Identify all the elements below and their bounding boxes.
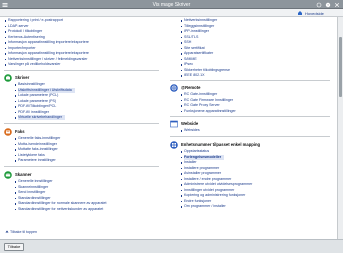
list-item[interactable]: Websides: [180, 128, 200, 133]
list-item[interactable]: S/MIME: [180, 57, 197, 62]
list-item[interactable]: Standardinnstillinger for nettverkskunde…: [14, 207, 103, 212]
home-icon[interactable]: [297, 10, 303, 16]
list-item[interactable]: Oppstartsstatus: [180, 149, 209, 154]
list-item[interactable]: Sikkerheter tilkoblingsgrense: [180, 68, 230, 73]
list-item[interactable]: IEEE 802.1X: [180, 73, 205, 78]
scrollbar-thumb[interactable]: [339, 37, 342, 97]
list-item[interactable]: LDAP-server: [4, 24, 29, 29]
scanner-icon: [4, 171, 12, 179]
list-item[interactable]: Kerberos-Autentisering: [4, 35, 45, 40]
section-divider: [4, 166, 159, 167]
list-item[interactable]: RC Gate Proxy Server: [180, 103, 220, 108]
section-divider: [170, 136, 330, 137]
section-divider: [4, 70, 159, 71]
list-item[interactable]: IPP-innstillinger: [180, 29, 209, 34]
list-item[interactable]: Generelle faks-innstillinger: [14, 136, 60, 141]
list-item[interactable]: Basisinnstillinger: [14, 82, 45, 87]
fax-icon: [4, 128, 12, 136]
list-item[interactable]: Motta-/sendeinnstillinger: [14, 142, 57, 147]
list-item[interactable]: Informasjon apparatinnstilling importere…: [4, 51, 89, 56]
list-item[interactable]: IPsec: [180, 62, 193, 67]
list-item[interactable]: Send innstillinger: [14, 190, 45, 195]
arrow-up-icon: [5, 230, 9, 233]
section-heading-printer: Skriver: [15, 75, 30, 80]
list-item[interactable]: RC Gate-innstillinger: [180, 92, 217, 97]
extended-features-icon: [170, 141, 178, 149]
list-item[interactable]: Parametere innstillinger: [14, 158, 56, 163]
bottom-bar: Tilbake: [0, 239, 343, 253]
back-to-top-label: Tilbake til toppen: [10, 230, 38, 234]
list-item[interactable]: Administrere utvidet utvidelsesprogramme…: [180, 182, 252, 187]
list-item[interactable]: Tilleggsinnstillinger: [180, 24, 214, 29]
back-button[interactable]: Tilbake: [4, 243, 24, 251]
list-item[interactable]: Standardinnstillinger: [14, 196, 51, 201]
navigation-bar: Hovedside: [0, 9, 343, 17]
list-item[interactable]: Lokale parametere (PS): [14, 99, 56, 104]
list-item[interactable]: Varslinger på vedlikeholdsvarsler: [4, 62, 60, 67]
refresh-icon[interactable]: [316, 2, 322, 8]
list-item[interactable]: Mottatte faks-innstillinger: [14, 147, 58, 152]
list-item[interactable]: Installere / endre programmer: [180, 177, 231, 182]
back-to-top-link[interactable]: Tilbake til toppen: [5, 230, 38, 234]
list-item[interactable]: Apparatsertifikater: [180, 51, 213, 56]
section-divider: [170, 116, 330, 117]
home-link[interactable]: Hovedside: [305, 11, 324, 16]
section-heading-remote: @Remote: [181, 85, 201, 90]
list-item[interactable]: Importer/importer: [4, 46, 36, 51]
list-item[interactable]: Skanneinnstillinger: [14, 185, 48, 190]
window-title: Vis mage Skriver: [152, 1, 191, 8]
section-heading-fax: Faks: [15, 129, 25, 134]
list-item[interactable]: Installere programmer: [180, 166, 219, 171]
list-item[interactable]: Protokoll / tilkoblinger: [4, 29, 42, 34]
list-item[interactable]: Installer: [180, 160, 197, 165]
list-item[interactable]: Avinstaller programmer: [180, 171, 221, 176]
vertical-scrollbar[interactable]: [337, 17, 343, 239]
list-item[interactable]: Lokale parametere (PCL): [14, 93, 58, 98]
section-divider: [4, 123, 159, 124]
list-item[interactable]: Generelle innstillinger: [14, 179, 53, 184]
list-item[interactable]: Rapportering i print / e-postrapport: [4, 18, 63, 23]
list-item[interactable]: Utskriftsinnstillinger i Utskriftsdata: [14, 87, 75, 93]
list-item[interactable]: RC Gate Firmware Innstillinger: [180, 98, 233, 103]
list-item[interactable]: Listetykkere faks: [14, 153, 45, 158]
list-item[interactable]: Om programmer / installer: [180, 204, 226, 209]
list-item[interactable]: Innstillinger utvidet programmer: [180, 188, 234, 193]
list-item[interactable]: Site sertifikat: [180, 46, 205, 51]
section-heading-webpage: Webside: [181, 121, 199, 126]
list-item[interactable]: Kopiering og administrering funksjoner: [180, 193, 245, 198]
list-item[interactable]: Virtuelle skrivebehandlinger: [14, 115, 66, 120]
window-titlebar: Vis mage Skriver ?: [0, 0, 343, 9]
list-item[interactable]: PDF-fil/ innstillinger: [14, 110, 49, 115]
svg-text:?: ?: [327, 3, 329, 7]
list-item[interactable]: Endre funksjoner: [180, 199, 211, 204]
list-item[interactable]: Nettverksinnstillinger: [180, 18, 217, 23]
webpage-icon: [170, 120, 178, 128]
list-item[interactable]: PDF-fil/Tilkoblinger/PCL: [14, 104, 56, 109]
list-item[interactable]: Nettverksinnstillinger / skriver / feilm…: [4, 57, 88, 62]
printer-icon: [4, 74, 12, 82]
list-item[interactable]: Forlengelsesmodeller: [180, 154, 225, 160]
help-icon[interactable]: ?: [325, 2, 331, 8]
list-item[interactable]: SSL/TLS: [180, 35, 198, 40]
list-item[interactable]: Standardinnstillinger for normale skanne…: [14, 201, 107, 206]
section-divider: [170, 80, 330, 81]
list-item[interactable]: Funksjonene apparatinnstillinger: [180, 109, 236, 114]
close-icon[interactable]: [334, 2, 340, 8]
section-heading-scanner: Skanner: [15, 172, 32, 177]
section-heading-extended: Enhetsnummer tilpasset enkel mapping: [181, 142, 261, 147]
remote-icon: [170, 84, 178, 92]
list-item[interactable]: Informasjon apparatinnstilling importere…: [4, 40, 89, 45]
list-item[interactable]: SSH: [180, 40, 191, 45]
